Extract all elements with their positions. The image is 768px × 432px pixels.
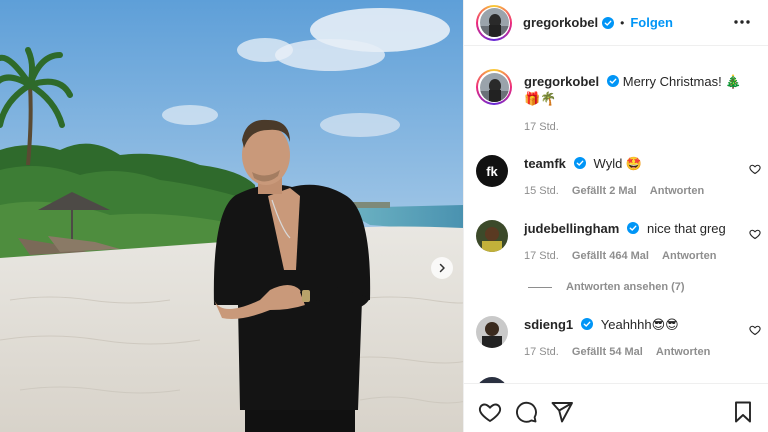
comment-meta: 17 Std. Gefällt 54 Mal Antworten — [524, 346, 720, 358]
comment-text-block: teamfk Wyld 🤩 — [524, 155, 742, 172]
author-username[interactable]: gregorkobel — [523, 15, 598, 30]
comment-text: nice that greg — [646, 221, 726, 236]
avatar-image — [479, 72, 509, 102]
like-comment-icon[interactable] — [749, 228, 761, 240]
separator-dot: • — [620, 15, 625, 30]
reply-button[interactable]: Antworten — [650, 185, 704, 197]
comment-avatar[interactable]: fk — [476, 155, 508, 187]
comment-avatar[interactable] — [476, 316, 508, 348]
share-icon[interactable] — [550, 400, 574, 424]
more-icon — [734, 20, 750, 24]
more-options-button[interactable] — [732, 14, 752, 30]
comment-time: 15 Std. — [524, 185, 559, 197]
follow-button[interactable]: Folgen — [630, 15, 673, 30]
comment-time: 17 Std. — [524, 346, 559, 358]
view-replies-button[interactable]: Antworten ansehen (7) — [528, 281, 685, 293]
comment-meta: 15 Std. Gefällt 2 Mal Antworten — [524, 185, 714, 197]
comment-text-block: judebellingham nice that greg — [524, 220, 742, 237]
reply-button[interactable]: Antworten — [662, 250, 716, 262]
comment-time: 17 Std. — [524, 250, 559, 262]
verified-icon — [573, 157, 586, 169]
verified-icon — [607, 75, 620, 87]
verified-icon — [602, 16, 615, 29]
reply-button[interactable]: Antworten — [656, 346, 710, 358]
caption-meta: 17 Std. — [524, 121, 569, 133]
chevron-right-icon — [439, 263, 445, 273]
beach-photo — [0, 0, 463, 432]
comment-avatar[interactable] — [476, 220, 508, 252]
comments-list[interactable]: gregorkobel Merry Christmas! 🎄🎁🌴 17 Std.… — [464, 47, 768, 383]
heart-icon[interactable] — [478, 400, 502, 424]
comment-likes[interactable]: Gefällt 54 Mal — [572, 346, 643, 358]
caption-avatar[interactable] — [476, 69, 512, 105]
post-header: gregorkobel • Folgen — [464, 0, 768, 46]
like-comment-icon[interactable] — [749, 163, 761, 175]
comment-text: Wyld 🤩 — [593, 156, 643, 171]
comment-username[interactable]: judebellingham — [524, 221, 619, 236]
avatar-image — [476, 220, 508, 252]
comment-text-block: sdieng1 Yeahhhh😎😎 — [524, 316, 742, 333]
avatar-image — [476, 316, 508, 348]
author-avatar[interactable] — [476, 4, 512, 41]
comment-text: Yeahhhh😎😎 — [600, 317, 679, 332]
svg-text:fk: fk — [486, 164, 498, 179]
bookmark-icon[interactable] — [731, 400, 755, 424]
post-details-pane: gregorkobel • Folgen gregorkobel Merry C… — [463, 0, 768, 432]
next-photo-button[interactable] — [431, 257, 453, 279]
comment-meta: 17 Std. Gefällt 464 Mal Antworten — [524, 250, 726, 262]
post-action-bar — [464, 383, 768, 432]
view-replies-label: Antworten ansehen (7) — [566, 281, 685, 293]
caption-time: 17 Std. — [524, 121, 559, 133]
like-comment-icon[interactable] — [749, 324, 761, 336]
avatar-image — [479, 8, 509, 37]
comment-username[interactable]: teamfk — [524, 156, 566, 171]
comment-likes[interactable]: Gefällt 464 Mal — [572, 250, 649, 262]
verified-icon — [581, 318, 594, 330]
instagram-post-view: gregorkobel • Folgen gregorkobel Merry C… — [0, 0, 768, 432]
teamfk-logo: fk — [476, 155, 508, 187]
comment-username[interactable]: sdieng1 — [524, 317, 573, 332]
caption-text-block: gregorkobel Merry Christmas! 🎄🎁🌴 — [524, 73, 744, 107]
comment-likes[interactable]: Gefällt 2 Mal — [572, 185, 637, 197]
comment-icon[interactable] — [514, 400, 538, 424]
header-username-row: gregorkobel • Folgen — [523, 15, 673, 30]
caption-username[interactable]: gregorkobel — [524, 74, 599, 89]
verified-icon — [627, 222, 640, 234]
replies-divider — [528, 286, 552, 288]
post-photo[interactable] — [0, 0, 463, 432]
